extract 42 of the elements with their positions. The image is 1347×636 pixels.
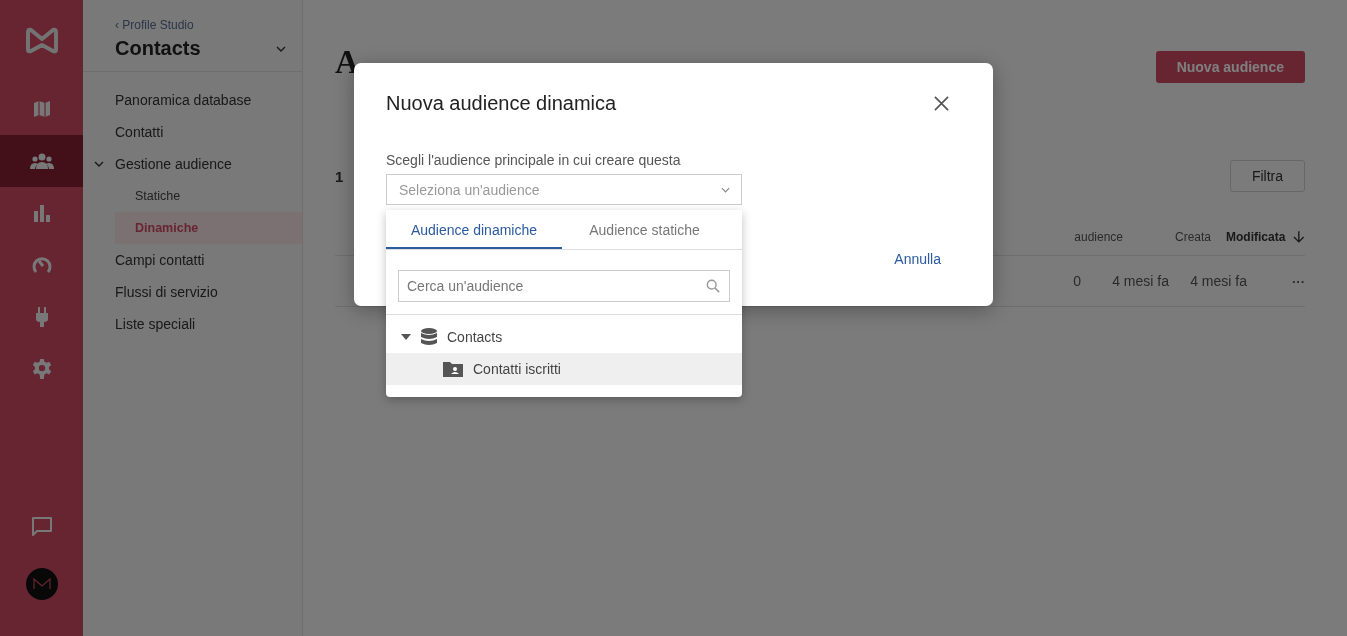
folder-person-icon: [443, 361, 463, 377]
column-header[interactable]: Creata: [1123, 230, 1211, 244]
table-cell-text: 4 mesi fa: [1189, 273, 1247, 289]
field-label: Scegli l'audience principale in cui creare questa: [386, 152, 682, 168]
nav-subitem[interactable]: Statiche: [115, 180, 302, 212]
search-icon: [706, 279, 720, 293]
people-icon[interactable]: [0, 135, 83, 187]
nav-item[interactable]: Flussi di servizio: [83, 276, 302, 308]
nav-item[interactable]: Campi contatti: [83, 244, 302, 276]
caret-icon[interactable]: [401, 334, 411, 340]
tree-item[interactable]: Contatti iscritti: [386, 353, 742, 385]
modal-title: Nuova audience dinamica: [386, 92, 617, 115]
chat-icon[interactable]: [30, 516, 53, 538]
nav-item[interactable]: Liste speciali: [83, 308, 302, 340]
table-cell-text: 4 mesi fa: [1111, 273, 1169, 289]
nav-subitem[interactable]: Dinamiche: [115, 212, 302, 244]
tree-item[interactable]: Contacts: [386, 321, 742, 353]
table-cell-text: 0: [1072, 273, 1081, 289]
column-header[interactable]: Modificata: [1211, 230, 1305, 244]
close-icon[interactable]: [934, 96, 949, 111]
nav-item[interactable]: Panoramica database: [83, 84, 302, 116]
column-header[interactable]: audience: [1023, 230, 1123, 244]
panel-title: Contacts: [115, 37, 201, 60]
nav-item[interactable]: Gestione audience: [83, 148, 302, 180]
sort-arrow-icon: [1293, 230, 1305, 244]
chevron-icon[interactable]: [94, 161, 104, 167]
audience-select[interactable]: Seleziona un'audience: [386, 174, 742, 205]
tab[interactable]: Audience statiche: [562, 210, 727, 249]
chevron-down-icon: [721, 186, 730, 193]
database-icon: [421, 328, 437, 346]
search-field[interactable]: Cerca un'audience: [398, 270, 730, 302]
logo-icon[interactable]: [23, 26, 60, 54]
new-audience-button[interactable]: Nuova audience: [1155, 51, 1305, 83]
nav-item[interactable]: Contatti: [83, 116, 302, 148]
cancel-link[interactable]: Annulla: [894, 251, 941, 267]
tab[interactable]: Audience dinamiche: [386, 210, 562, 249]
avatar-icon[interactable]: [25, 568, 58, 600]
filter-button[interactable]: Filtra: [1229, 160, 1305, 192]
more-button[interactable]: ···: [1292, 273, 1305, 289]
back-link[interactable]: ‹ Profile Studio: [115, 18, 286, 32]
chevron-down-icon[interactable]: [276, 45, 286, 52]
result-count: 1: [335, 167, 344, 185]
